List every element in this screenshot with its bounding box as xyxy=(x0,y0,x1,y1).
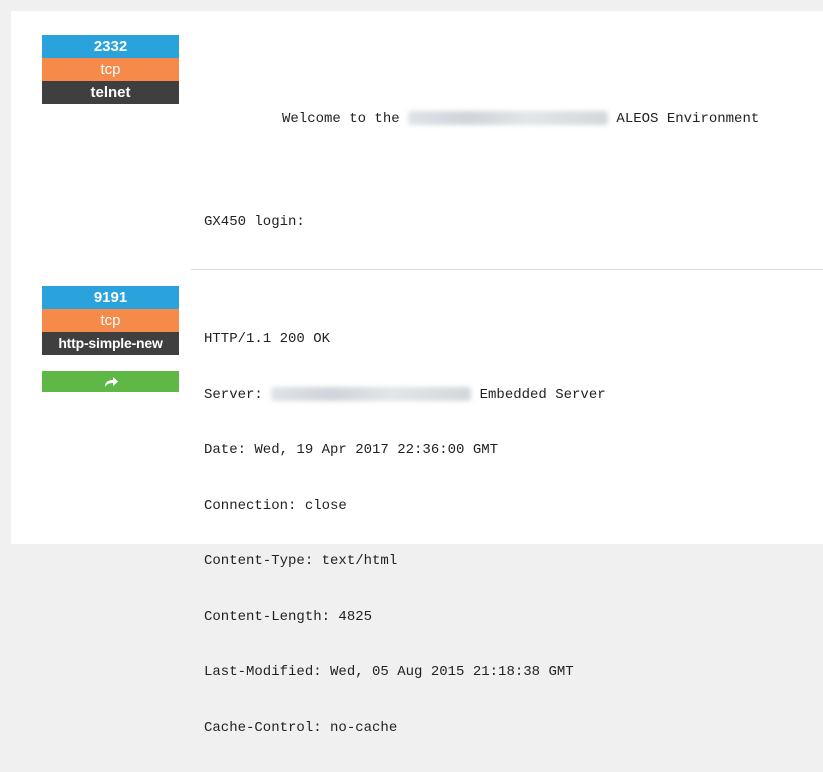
banner-date-line: Date: Wed, 19 Apr 2017 22:36:00 GMT xyxy=(204,442,499,458)
port-badge[interactable]: 9191 xyxy=(42,286,179,309)
banner-content-length-line: Content-Length: 4825 xyxy=(204,608,373,625)
port-badge[interactable]: 2332 xyxy=(42,35,179,58)
service-entry-9191: 9191 tcp http-simple-new HTTP/1.1 200 OK… xyxy=(11,270,823,736)
protocol-badge: tcp xyxy=(42,309,179,332)
services-panel: 2332 tcp telnet Welcome to the ALEOS Env… xyxy=(11,11,823,736)
service-entry-2332: 2332 tcp telnet Welcome to the ALEOS Env… xyxy=(11,11,823,269)
banner-server-line: Server: Embedded Server xyxy=(204,384,606,408)
banner-last-modified-line: Last-Modified: Wed, 05 Aug 2015 21:18:38… xyxy=(204,664,574,680)
banner-status-line: HTTP/1.1 200 OK xyxy=(204,331,331,347)
banner-cache-control-line: Cache-Control: no-cache xyxy=(204,719,398,736)
banner-server-prefix: Server: xyxy=(204,386,272,403)
banner-content-type-line: Content-Type: text/html xyxy=(204,553,398,569)
service-badges: 2332 tcp telnet xyxy=(42,35,179,104)
banner-login-prompt: GX450 login: xyxy=(204,214,305,230)
banner-welcome-suffix: ALEOS Environment xyxy=(608,111,760,127)
redacted-text xyxy=(408,111,609,126)
redacted-text xyxy=(271,386,472,401)
banner-welcome-line: Welcome to the ALEOS Environment xyxy=(282,111,759,127)
service-badges: 9191 tcp http-simple-new xyxy=(42,286,179,392)
protocol-badge: tcp xyxy=(42,58,179,81)
http-banner: HTTP/1.1 200 OK Server: Embedded Server … xyxy=(204,296,606,772)
module-badge: telnet xyxy=(42,81,179,104)
banner-server-suffix: Embedded Server xyxy=(471,386,606,403)
open-link-button[interactable] xyxy=(42,371,179,392)
share-arrow-icon xyxy=(104,376,118,387)
banner-connection-line: Connection: close xyxy=(204,497,347,514)
module-badge: http-simple-new xyxy=(42,332,179,355)
banner-welcome-prefix: Welcome to the xyxy=(282,111,409,127)
